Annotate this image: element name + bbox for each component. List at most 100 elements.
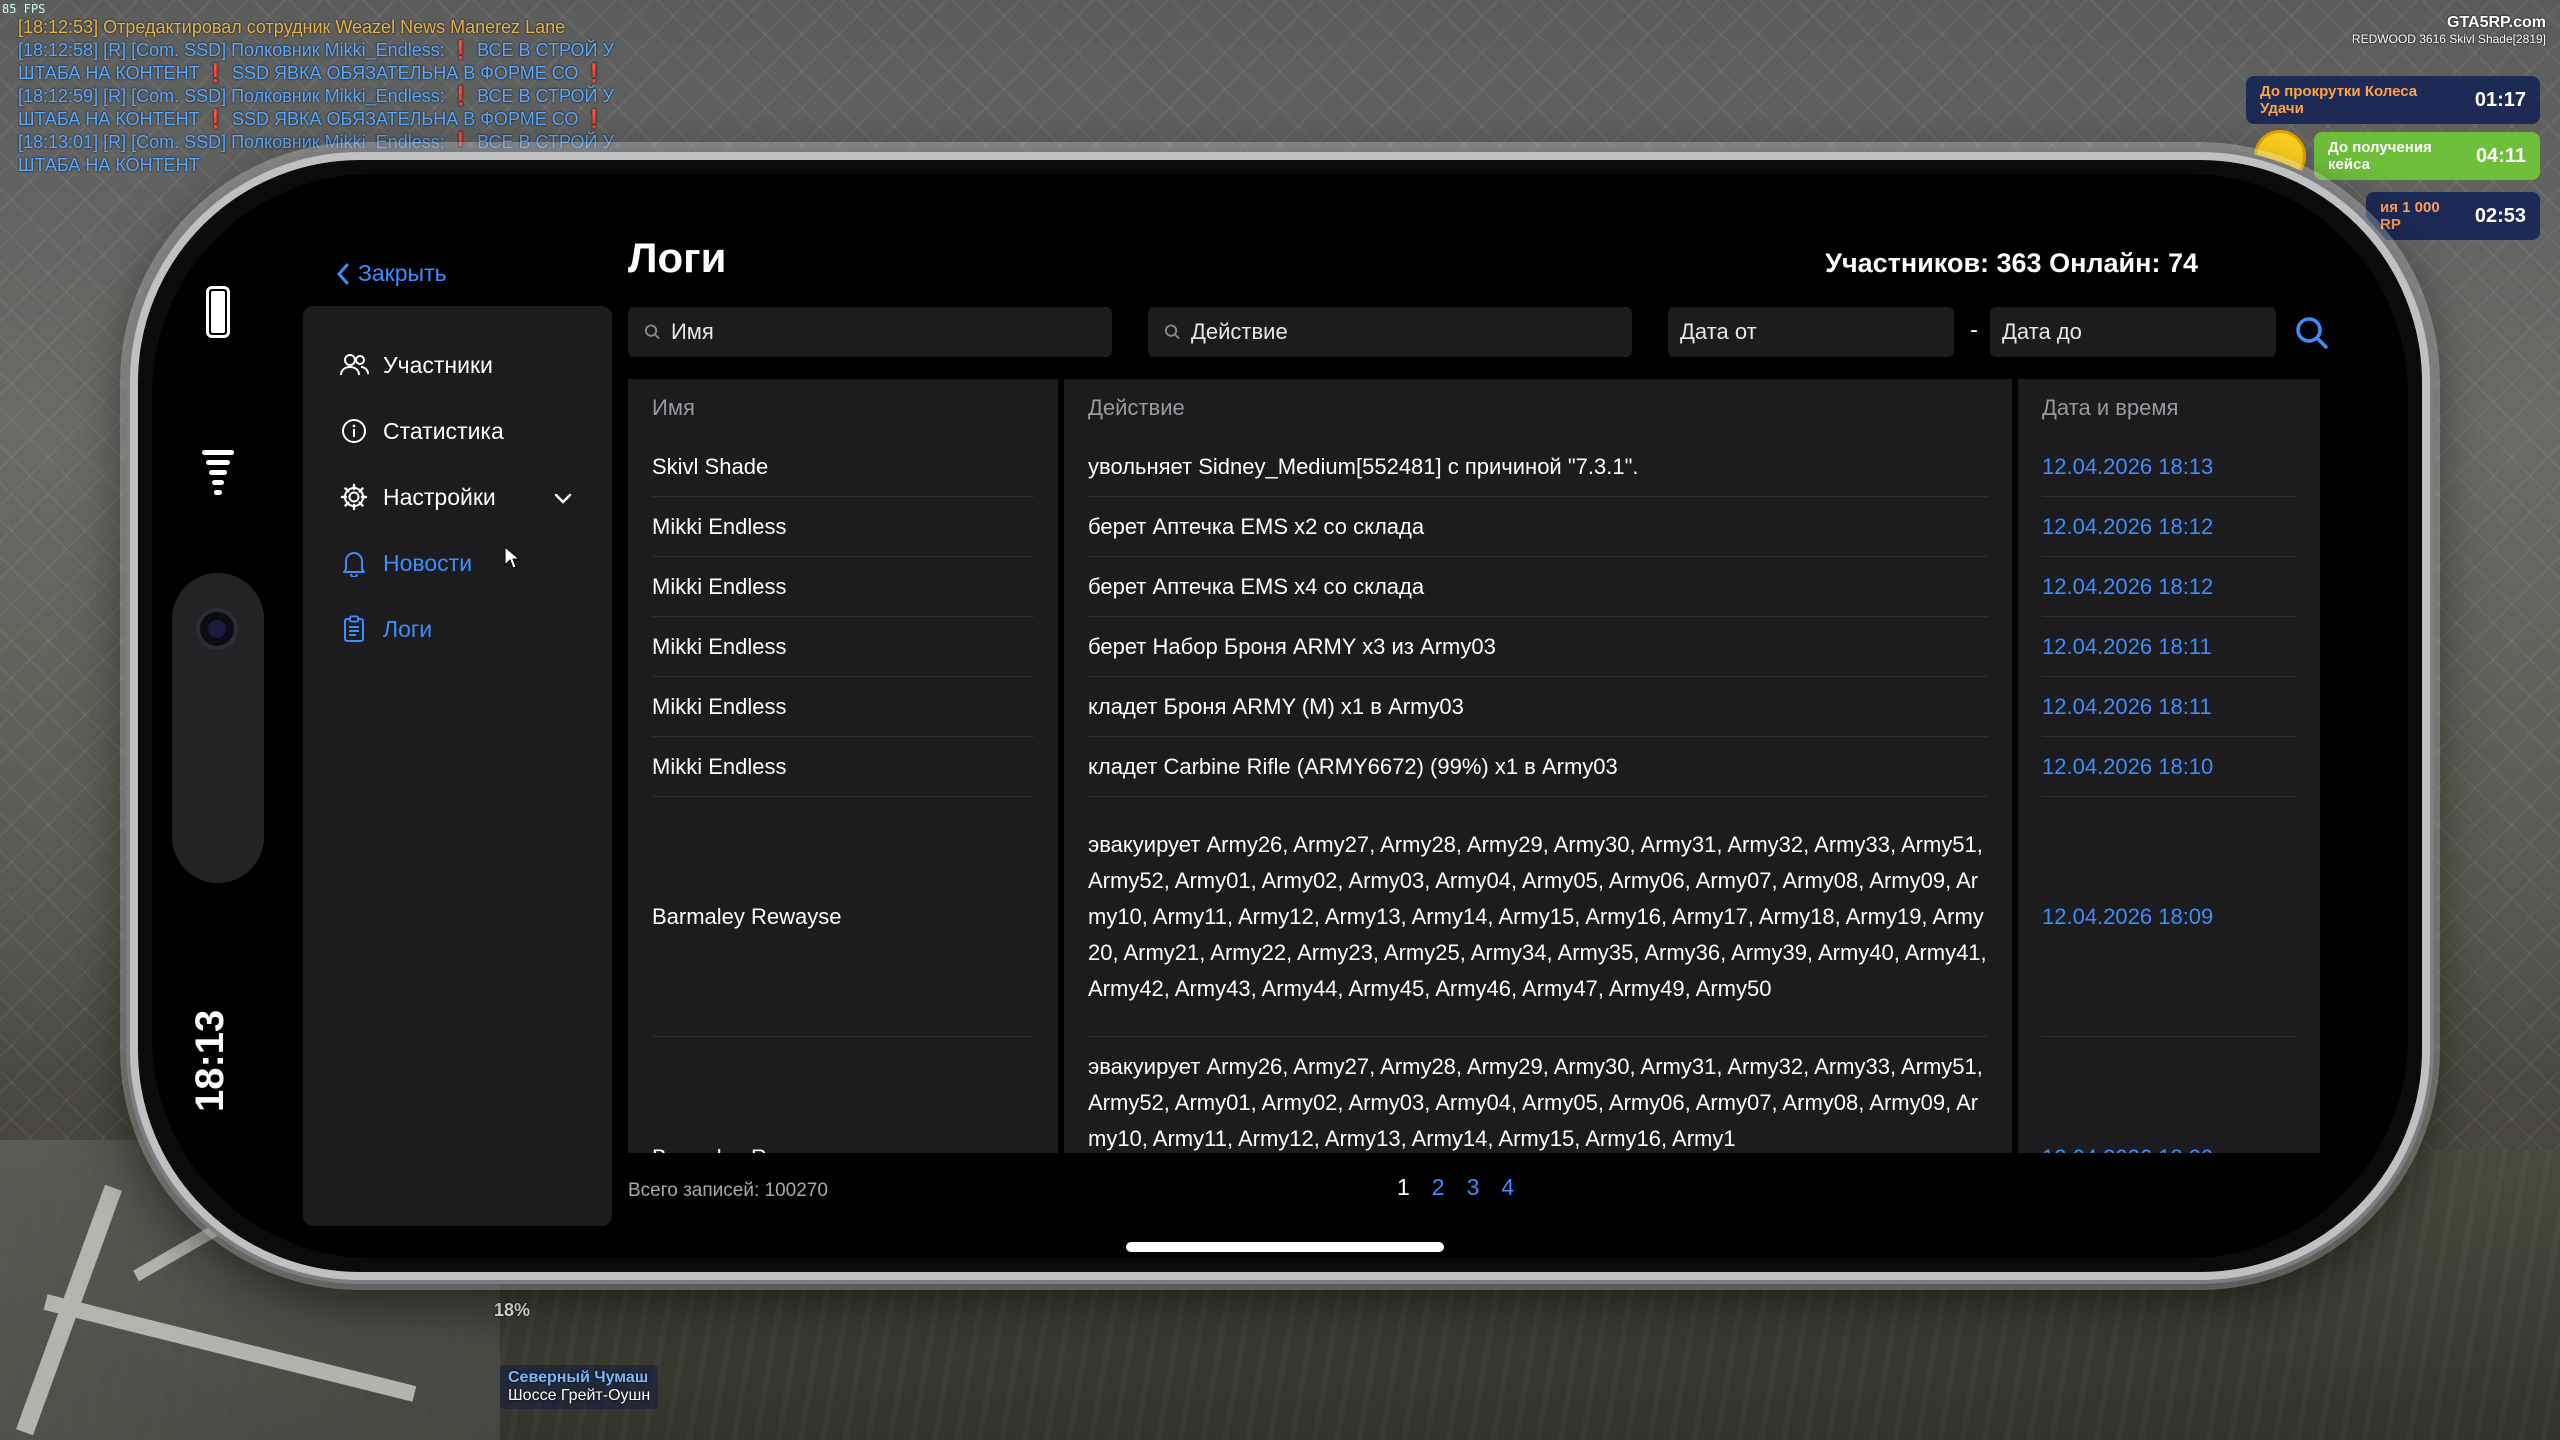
timer-label: До получения кейса — [2328, 139, 2432, 173]
location-area: Северный Чумаш — [508, 1369, 649, 1386]
search-icon — [2296, 317, 2328, 349]
table-cell-name[interactable]: Mikki Endless — [652, 677, 1034, 737]
location-road: Шоссе Грейт-Оушн — [508, 1387, 651, 1404]
hunger-indicator: 18% — [494, 1300, 531, 1320]
column-header-date[interactable]: Дата и время — [2018, 379, 2320, 437]
sidebar-item-members[interactable]: Участники — [303, 332, 612, 398]
column-header-action[interactable]: Действие — [1064, 379, 2012, 437]
name-search-field[interactable] — [628, 307, 1112, 357]
chat-line: ШТАБА НА КОНТЕНТ ❗ SSD ЯВКА ОБЯЗАТЕЛЬНА … — [18, 63, 606, 83]
camera-icon — [196, 608, 238, 650]
timer-value: 04:11 — [2475, 144, 2526, 167]
close-button[interactable]: Закрыть — [336, 260, 447, 287]
table-cell-name[interactable]: Mikki Endless — [652, 557, 1034, 617]
brand-logo: GTA5RP.com — [2447, 14, 2546, 31]
clipboard-icon — [339, 614, 369, 644]
logs-table: Имя Действие Дата и время Skivl Shade Mi… — [628, 379, 2320, 1153]
chevron-left-icon — [336, 263, 349, 284]
table-cell-date: 12.04.2026 18:12 — [2042, 497, 2296, 557]
table-cell-name[interactable]: Mikki Endless — [652, 737, 1034, 797]
sidebar-item-label: Новости — [383, 549, 473, 576]
close-label: Закрыть — [358, 260, 447, 286]
server-info: REDWOOD 3616 Skivl Shade[2819] — [2351, 32, 2546, 46]
timer-label: ия 1 000 RP — [2380, 199, 2440, 233]
rp-timer: ия 1 000 RP 02:53 — [2366, 192, 2540, 240]
column-header-name[interactable]: Имя — [628, 379, 1058, 437]
chat-line: [18:12:53] Отредактировал сотрудник Weaz… — [18, 17, 566, 37]
table-cell-name[interactable]: Skivl Shade — [652, 437, 1034, 497]
chat-line: ШТАБА НА КОНТЕНТ ❗ SSD ЯВКА ОБЯЗАТЕЛЬНА … — [18, 109, 606, 129]
timer-label: До прокрутки Колеса Удачи — [2260, 83, 2418, 117]
date-to-field[interactable] — [1990, 307, 2276, 357]
table-cell-name[interactable]: Mikki Endless — [652, 497, 1034, 557]
table-cell-name[interactable]: Barmaley Rewayse — [652, 1037, 1034, 1153]
chat-line: [18:12:58] [R] [Com. SSD] Полковник Mikk… — [18, 40, 614, 60]
column-dates: 12.04.2026 18:13 12.04.2026 18:12 12.04.… — [2018, 437, 2320, 1153]
sidebar-item-label: Участники — [383, 351, 493, 378]
phone-screen: 18:13 Закрыть Участники Статистика Настр… — [152, 174, 2408, 1258]
total-records: Всего записей: 100270 — [628, 1180, 828, 1201]
member-counts: Участников: 363 Онлайн: 74 — [1825, 248, 2198, 278]
search-icon — [644, 324, 660, 340]
date-range-separator: - — [1970, 318, 1978, 343]
gear-icon — [339, 482, 369, 512]
chat-line: [18:13:01] [R] [Com. SSD] Полковник Mikk… — [18, 132, 614, 152]
info-icon — [339, 416, 369, 446]
date-from-field[interactable] — [1668, 307, 1954, 357]
column-actions: увольняет Sidney_Medium[552481] с причин… — [1064, 437, 2012, 1153]
signal-icon — [202, 450, 234, 500]
table-cell-date: 12.04.2026 18:09 — [2042, 797, 2296, 1037]
table-cell-action: кладет Carbine Rifle (ARMY6672) (99%) x1… — [1088, 737, 1988, 797]
timer-value: 01:17 — [2474, 88, 2526, 111]
action-search-input[interactable] — [1190, 319, 1632, 345]
table-cell-action: эвакуирует Army26, Army27, Army28, Army2… — [1088, 1037, 1988, 1153]
table-cell-date: 12.04.2026 18:11 — [2042, 677, 2296, 737]
sidebar-item-settings[interactable]: Настройки — [303, 464, 612, 530]
timer-value: 02:53 — [2474, 204, 2526, 227]
battery-icon — [206, 286, 230, 338]
name-search-input[interactable] — [670, 319, 1112, 345]
home-indicator[interactable] — [1126, 1242, 1444, 1252]
date-to-input[interactable] — [2002, 319, 2276, 345]
table-cell-action: увольняет Sidney_Medium[552481] с причин… — [1088, 437, 1988, 497]
page-button-2[interactable]: 2 — [1432, 1174, 1445, 1201]
server-brand: GTA5RP.com REDWOOD 3616 Skivl Shade[2819… — [2352, 14, 2546, 46]
users-icon — [339, 350, 369, 380]
page-title: Логи — [628, 234, 727, 281]
search-button[interactable] — [2293, 314, 2331, 352]
table-cell-date: 12.04.2026 18:09 — [2042, 1037, 2296, 1153]
chevron-down-icon[interactable] — [554, 484, 572, 511]
sidebar-item-label: Настройки — [383, 483, 496, 510]
search-icon — [1164, 324, 1180, 340]
table-cell-action: эвакуирует Army26, Army27, Army28, Army2… — [1088, 797, 1988, 1037]
table-cell-date: 12.04.2026 18:13 — [2042, 437, 2296, 497]
status-bar: 18:13 — [152, 174, 302, 1258]
bell-icon — [339, 548, 369, 578]
table-cell-date: 12.04.2026 18:11 — [2042, 617, 2296, 677]
table-cell-action: берет Аптечка EMS x2 со склада — [1088, 497, 1988, 557]
page-button-4[interactable]: 4 — [1501, 1174, 1514, 1201]
column-names: Skivl Shade Mikki Endless Mikki Endless … — [628, 437, 1058, 1153]
status-clock: 18:13 — [188, 1009, 232, 1112]
date-from-input[interactable] — [1680, 319, 1954, 345]
table-cell-name[interactable]: Mikki Endless — [652, 617, 1034, 677]
table-cell-action: берет Набор Броня ARMY x3 из Army03 — [1088, 617, 1988, 677]
wheel-timer: До прокрутки Колеса Удачи 01:17 — [2246, 76, 2540, 124]
table-cell-action: кладет Броня ARMY (M) x1 в Army03 — [1088, 677, 1988, 737]
sidebar-item-stats[interactable]: Статистика — [303, 398, 612, 464]
table-cell-action: берет Аптечка EMS x4 со склада — [1088, 557, 1988, 617]
sidebar-nav: Участники Статистика Настройки Новости Л… — [303, 306, 612, 1226]
action-search-field[interactable] — [1148, 307, 1632, 357]
table-cell-date: 12.04.2026 18:10 — [2042, 737, 2296, 797]
table-cell-name[interactable]: Barmaley Rewayse — [652, 797, 1034, 1037]
sidebar-item-logs[interactable]: Логи — [303, 596, 612, 662]
location-label: Северный Чумаш Шоссе Грейт-Оушн — [500, 1365, 659, 1409]
table-cell-date: 12.04.2026 18:12 — [2042, 557, 2296, 617]
fps-counter: 85 FPS — [2, 2, 46, 16]
page-button-1[interactable]: 1 — [1397, 1174, 1410, 1201]
mouse-cursor-icon — [504, 545, 521, 576]
phone-frame: 18:13 Закрыть Участники Статистика Настр… — [130, 152, 2430, 1280]
sidebar-item-news[interactable]: Новости — [303, 530, 612, 596]
page-button-3[interactable]: 3 — [1467, 1174, 1480, 1201]
sidebar-item-label: Статистика — [383, 417, 504, 444]
